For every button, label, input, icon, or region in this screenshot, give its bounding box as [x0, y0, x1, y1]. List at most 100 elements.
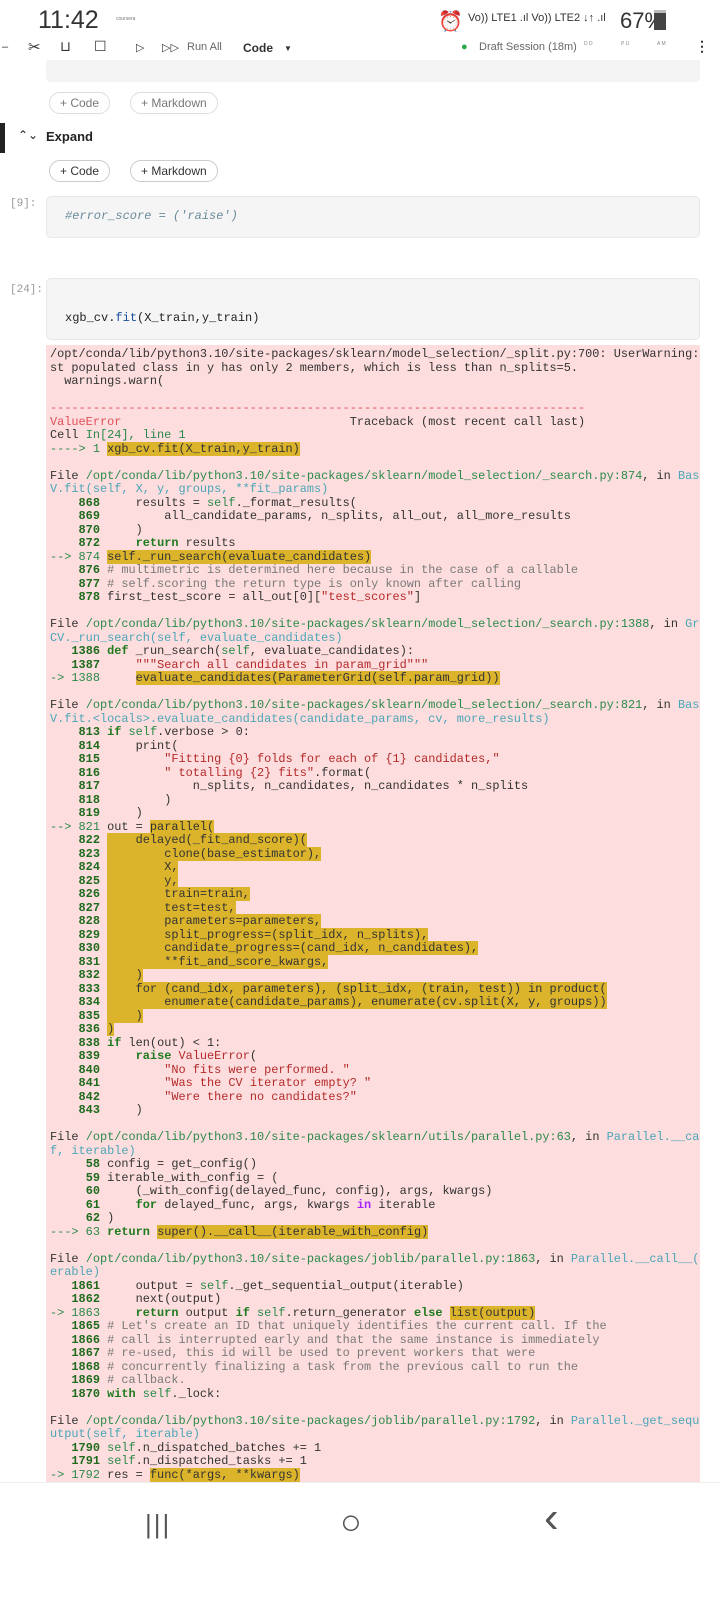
output-text: utput(self, iterable)	[50, 1427, 200, 1441]
output-line: 831 **fit_and_score_kwargs,	[50, 954, 696, 970]
output-line: 826 train=train,	[50, 887, 696, 902]
output-text: Parallel.__call__(sel	[606, 1130, 700, 1144]
highlighted-code: parallel(	[149, 819, 215, 834]
expand-label[interactable]: Expand	[46, 129, 93, 144]
add-code-button[interactable]: + Code	[49, 92, 111, 114]
output-text: BaseSearchC	[677, 468, 700, 483]
highlighted-code: self._run_search(evaluate_candidates)	[107, 549, 372, 564]
output-text: " totalling {2} fits"	[164, 765, 315, 780]
output-line: 815 "Fitting {0} folds for each of {1} c…	[50, 752, 696, 767]
output-line: st populated class in y has only 2 membe…	[50, 361, 696, 376]
recents-button[interactable]: |||	[145, 1509, 171, 1540]
copy-icon[interactable]: ☐	[94, 38, 107, 55]
output-line: 1867 # re-used, this id will be used to …	[50, 1346, 696, 1361]
line-number: 833	[78, 981, 100, 996]
add-markdown-button[interactable]: + Markdown	[130, 92, 218, 114]
output-text: iterable	[371, 1197, 436, 1212]
run-icon[interactable]: ▷	[136, 41, 144, 54]
output-text: )	[99, 792, 172, 807]
alarm-icon: ⏰	[438, 11, 463, 33]
back-button[interactable]: ‹	[544, 1493, 559, 1543]
run-all-button[interactable]: Run All	[187, 41, 222, 53]
cell-code-method[interactable]: fit	[115, 311, 137, 325]
output-text: ]	[413, 590, 422, 604]
output-text: warnings.warn(	[50, 374, 165, 388]
cell-code[interactable]: #error_score = ('raise')	[65, 209, 238, 223]
output-line: 840 "No fits were performed. "	[50, 1063, 696, 1078]
cell-code-object[interactable]: xgb_cv.	[65, 311, 115, 325]
output-line: 1790 self.n_dispatched_batches += 1	[50, 1440, 696, 1456]
line-number: 1791	[71, 1454, 100, 1468]
line-number: 59	[85, 1170, 100, 1185]
line-number: 838	[78, 1035, 100, 1050]
line-number: 877	[78, 576, 100, 591]
add-code-button[interactable]: + Code	[49, 160, 111, 182]
paste-icon[interactable]: ⊔	[60, 38, 71, 55]
more-menu-icon[interactable]: ⋮	[695, 38, 709, 55]
output-line: ValueError Traceback (most recent call l…	[50, 415, 696, 430]
output-line: File /opt/conda/lib/python3.10/site-pack…	[50, 469, 700, 484]
output-line: 1861 output = self._get_sequential_outpu…	[50, 1279, 696, 1294]
output-line: 823 clone(base_estimator),	[50, 846, 696, 862]
output-line: 58 config = get_config()	[50, 1157, 696, 1172]
code-cell-9[interactable]: #error_score = ('raise')	[46, 196, 700, 238]
expand-section[interactable]: ⌃⌄ Expand	[0, 123, 720, 153]
line-number: 1866	[71, 1332, 100, 1347]
expand-chevron-icon[interactable]: ⌃⌄	[18, 128, 38, 142]
cut-icon[interactable]: ✂	[28, 38, 41, 56]
add-markdown-button[interactable]: + Markdown	[130, 160, 218, 182]
output-line: File /opt/conda/lib/python3.10/site-pack…	[50, 1130, 700, 1145]
output-line: --> 874 self._run_search(evaluate_candid…	[50, 549, 696, 565]
line-number: 834	[78, 995, 100, 1009]
output-text: BaseSearchC	[677, 698, 700, 712]
output-line: utput(self, iterable)	[50, 1427, 696, 1442]
output-text: next(output)	[99, 1292, 222, 1306]
line-number: 815	[78, 752, 100, 766]
run-all-icon[interactable]: ▷▷	[162, 41, 179, 54]
output-text: File	[50, 1130, 86, 1144]
cell-prompt: [24]:	[10, 284, 44, 296]
highlighted-code: xgb_cv.fit(X_train,y_train)	[107, 441, 300, 456]
cell-code-args[interactable]: (X_train,y_train)	[137, 311, 259, 325]
output-text: "Were there no candidates?"	[164, 1089, 357, 1104]
output-text: ._format_results(	[235, 495, 357, 510]
output-line: -> 1863 return output if self.return_gen…	[50, 1305, 696, 1321]
output-line: 818 )	[50, 792, 696, 808]
output-line: 868 results = self._format_results(	[50, 495, 696, 511]
cell-prompt: [9]:	[10, 198, 37, 210]
output-line: Cell In[24], line 1	[50, 428, 696, 443]
output-text: erable)	[50, 1265, 100, 1279]
code-cell-24[interactable]: xgb_cv.fit(X_train,y_train)	[46, 278, 700, 340]
line-number: 843	[78, 1103, 100, 1117]
output-text: CV._run_search(self, evaluate_candidates…	[50, 630, 343, 645]
output-text: File	[50, 1251, 86, 1266]
output-text: (	[249, 1049, 257, 1063]
output-line: File /opt/conda/lib/python3.10/site-pack…	[50, 617, 700, 632]
minus-icon[interactable]: –	[2, 41, 8, 53]
output-text: ----------------------------------------…	[50, 401, 586, 415]
home-button[interactable]: ○	[340, 1501, 362, 1543]
output-text: File	[50, 617, 86, 631]
output-text: return	[107, 1224, 150, 1239]
cell-type-select[interactable]: Code	[243, 41, 273, 55]
line-number: 814	[78, 738, 100, 753]
chevron-down-icon[interactable]: ▼	[284, 44, 292, 53]
output-text: self	[107, 1440, 136, 1455]
line-number: 836	[78, 1022, 100, 1036]
